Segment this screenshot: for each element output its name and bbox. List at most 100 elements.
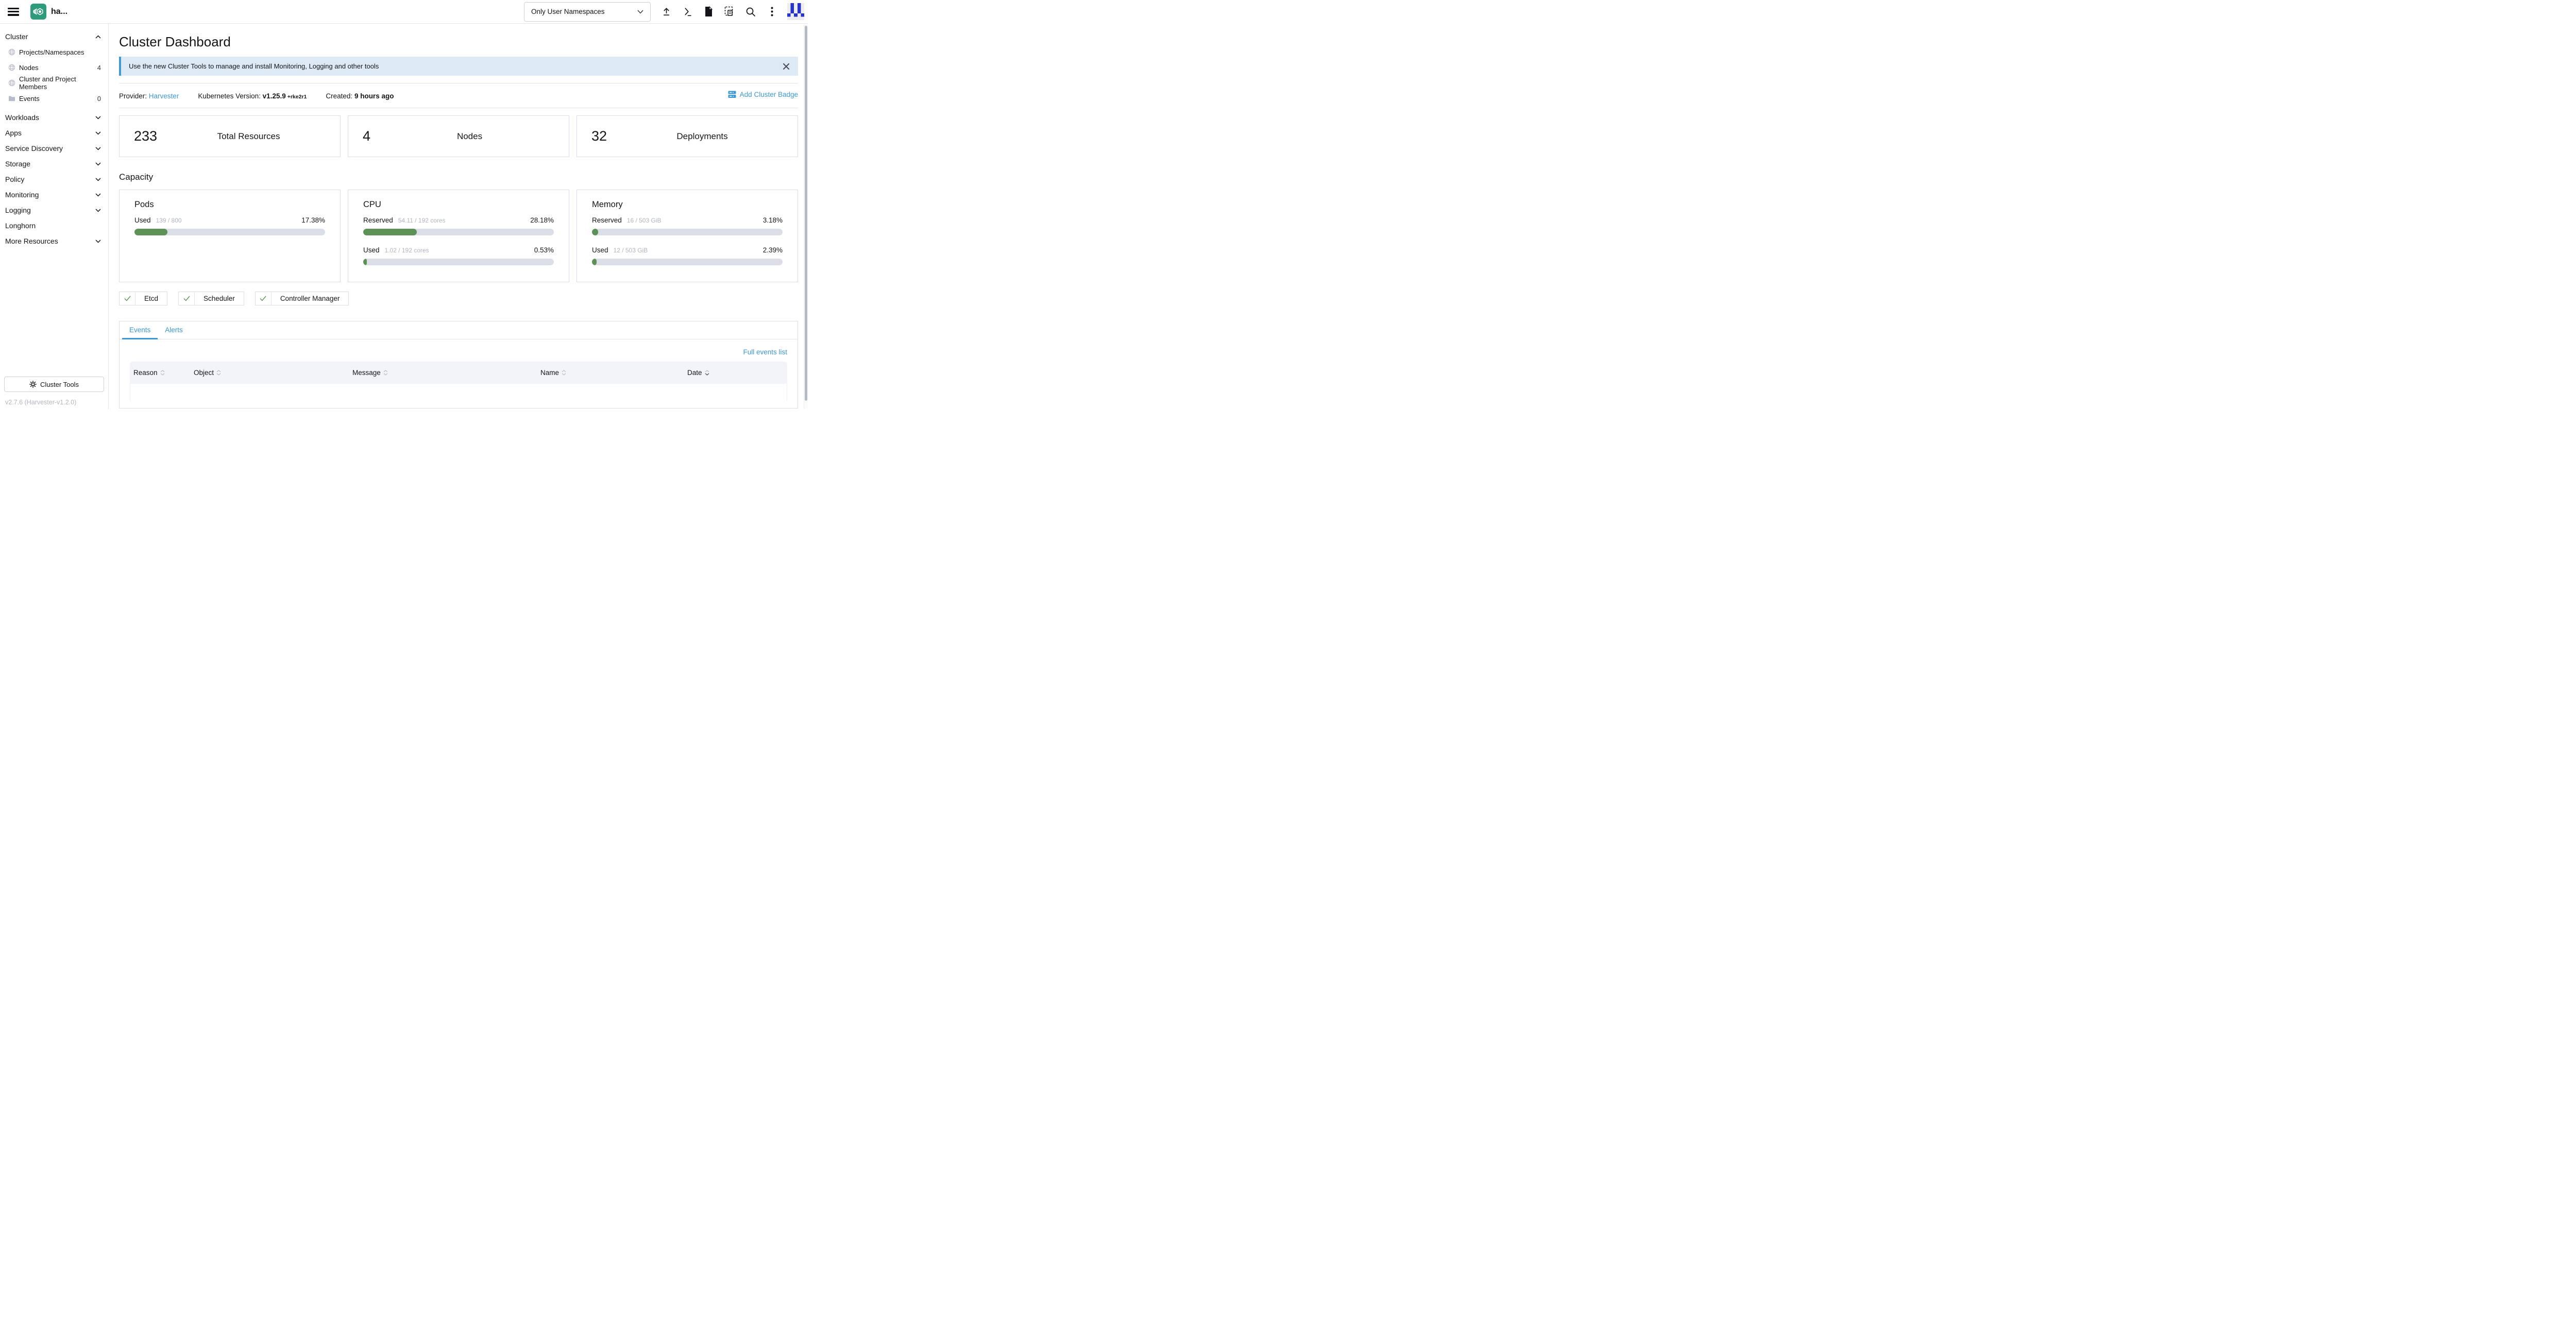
- sidebar-group-policy[interactable]: Policy: [0, 172, 108, 187]
- sidebar-group-workloads[interactable]: Workloads: [0, 110, 108, 125]
- events-table-body: [130, 384, 787, 401]
- stat-value: 4: [348, 128, 370, 144]
- item-count: 4: [97, 64, 101, 72]
- kebab-menu-icon[interactable]: [766, 6, 777, 18]
- check-icon: [179, 292, 195, 305]
- gauge-label: Reserved: [592, 216, 622, 224]
- page-title: Cluster Dashboard: [119, 34, 798, 50]
- shell-icon[interactable]: [682, 6, 693, 18]
- sidebar-item-projects-namespaces[interactable]: Projects/Namespaces: [0, 44, 108, 60]
- column-header-reason[interactable]: Reason: [130, 369, 190, 377]
- sidebar-group-apps[interactable]: Apps: [0, 125, 108, 141]
- column-header-date[interactable]: Date: [684, 369, 787, 377]
- chevron-down-icon: [95, 209, 101, 212]
- user-avatar[interactable]: [787, 3, 804, 20]
- cluster-name: ha...: [51, 7, 67, 16]
- badge-icon: [728, 91, 736, 98]
- main-content: Cluster Dashboard Use the new Cluster To…: [109, 24, 808, 409]
- chevron-down-icon: [95, 116, 101, 120]
- chevron-down-icon: [95, 178, 101, 181]
- gauge-detail: 54.11 / 192 cores: [398, 217, 530, 224]
- stats-row: 233 Total Resources 4 Nodes 32 Deploymen…: [119, 115, 798, 157]
- created-field: Created: 9 hours ago: [326, 92, 394, 100]
- gauge-percent: 3.18%: [763, 216, 783, 224]
- gauge-percent: 2.39%: [763, 246, 783, 254]
- search-icon[interactable]: [745, 6, 756, 18]
- sidebar-nav: Cluster Projects/Namespaces Nodes 4: [0, 24, 109, 409]
- column-header-object[interactable]: Object: [190, 369, 349, 377]
- kubeconfig-file-icon[interactable]: [703, 6, 714, 18]
- sidebar-group-monitoring[interactable]: Monitoring: [0, 187, 108, 202]
- namespace-filter-select[interactable]: Only User Namespaces: [524, 2, 651, 22]
- provider-link[interactable]: Harvester: [149, 92, 179, 100]
- globe-icon: [8, 64, 16, 71]
- gauge-percent: 28.18%: [530, 216, 554, 224]
- sort-icon: [562, 370, 566, 376]
- cluster-tools-button[interactable]: Cluster Tools: [4, 377, 104, 392]
- component-status-row: Etcd Scheduler Controller Manager: [119, 292, 798, 305]
- gauge-percent: 17.38%: [301, 216, 325, 224]
- sort-icon-active-desc: [705, 370, 709, 376]
- tab-alerts[interactable]: Alerts: [158, 321, 190, 339]
- column-header-message[interactable]: Message: [349, 369, 537, 377]
- events-table-header: Reason Object Messag: [130, 362, 787, 384]
- harvester-logo[interactable]: [30, 4, 46, 20]
- globe-icon: [8, 48, 16, 56]
- chevron-down-icon: [95, 131, 101, 135]
- sidebar-group-longhorn[interactable]: Longhorn: [0, 218, 108, 233]
- progress-bar: [592, 229, 783, 235]
- vertical-scrollbar[interactable]: [804, 24, 808, 409]
- sidebar-group-service-discovery[interactable]: Service Discovery: [0, 141, 108, 156]
- gauge-percent: 0.53%: [534, 246, 554, 254]
- header-actions: Only User Namespaces: [524, 2, 808, 22]
- capacity-card-pods: Pods Used 139 / 800 17.38%: [119, 190, 341, 282]
- progress-bar: [592, 259, 783, 265]
- tab-events[interactable]: Events: [122, 321, 158, 339]
- hamburger-menu-icon[interactable]: [8, 8, 19, 16]
- add-cluster-badge-link[interactable]: Add Cluster Badge: [728, 91, 798, 98]
- chevron-down-icon: [95, 240, 101, 243]
- banner-text: Use the new Cluster Tools to manage and …: [129, 62, 782, 70]
- sidebar-item-events[interactable]: Events 0: [0, 91, 108, 106]
- cluster-meta-row: Provider: Harvester Kubernetes Version: …: [119, 83, 798, 108]
- full-events-list-link[interactable]: Full events list: [743, 348, 787, 356]
- capacity-heading: Capacity: [119, 172, 798, 182]
- progress-bar: [363, 259, 554, 265]
- chevron-up-icon: [95, 35, 101, 39]
- sidebar-item-cluster-project-members[interactable]: Cluster and Project Members: [0, 75, 108, 91]
- folder-icon: [8, 95, 16, 101]
- progress-bar: [134, 229, 325, 235]
- kubernetes-version-field: Kubernetes Version: v1.25.9+rke2r1: [198, 92, 307, 100]
- gauge-detail: 139 / 800: [156, 217, 302, 224]
- sidebar-group-cluster[interactable]: Cluster: [0, 29, 108, 44]
- close-icon[interactable]: [782, 62, 790, 71]
- tabs-bar: Events Alerts: [120, 321, 798, 339]
- sidebar-group-storage[interactable]: Storage: [0, 156, 108, 172]
- stat-value: 32: [577, 128, 607, 144]
- progress-bar: [363, 229, 554, 235]
- gauge-detail: 1.02 / 192 cores: [385, 247, 534, 254]
- upload-icon[interactable]: [660, 6, 672, 18]
- chevron-down-icon: [637, 10, 643, 14]
- gauge-detail: 16 / 503 GiB: [627, 217, 763, 224]
- sidebar-group-more-resources[interactable]: More Resources: [0, 233, 108, 249]
- provider-field: Provider: Harvester: [119, 92, 179, 100]
- sidebar-group-logging[interactable]: Logging: [0, 202, 108, 218]
- stat-card-total-resources: 233 Total Resources: [119, 115, 341, 157]
- sidebar-item-nodes[interactable]: Nodes 4: [0, 60, 108, 75]
- gauge-label: Used: [592, 246, 608, 254]
- stat-label: Deployments: [607, 131, 798, 142]
- app-window: ha... Only User Namespaces: [0, 0, 808, 409]
- component-status-scheduler: Scheduler: [178, 292, 244, 305]
- component-status-controller-manager: Controller Manager: [255, 292, 349, 305]
- stat-value: 233: [120, 128, 157, 144]
- top-header: ha... Only User Namespaces: [0, 0, 808, 24]
- copy-kubeconfig-icon[interactable]: [724, 6, 735, 18]
- gauge-label: Used: [134, 216, 151, 224]
- chevron-down-icon: [95, 147, 101, 150]
- scrollbar-thumb[interactable]: [805, 26, 807, 401]
- capacity-grid: Pods Used 139 / 800 17.38% CPU Reserved …: [119, 190, 798, 282]
- stat-label: Total Resources: [157, 131, 340, 142]
- column-header-name[interactable]: Name: [537, 369, 684, 377]
- version-text: v2.7.6 (Harvester-v1.2.0): [4, 399, 104, 406]
